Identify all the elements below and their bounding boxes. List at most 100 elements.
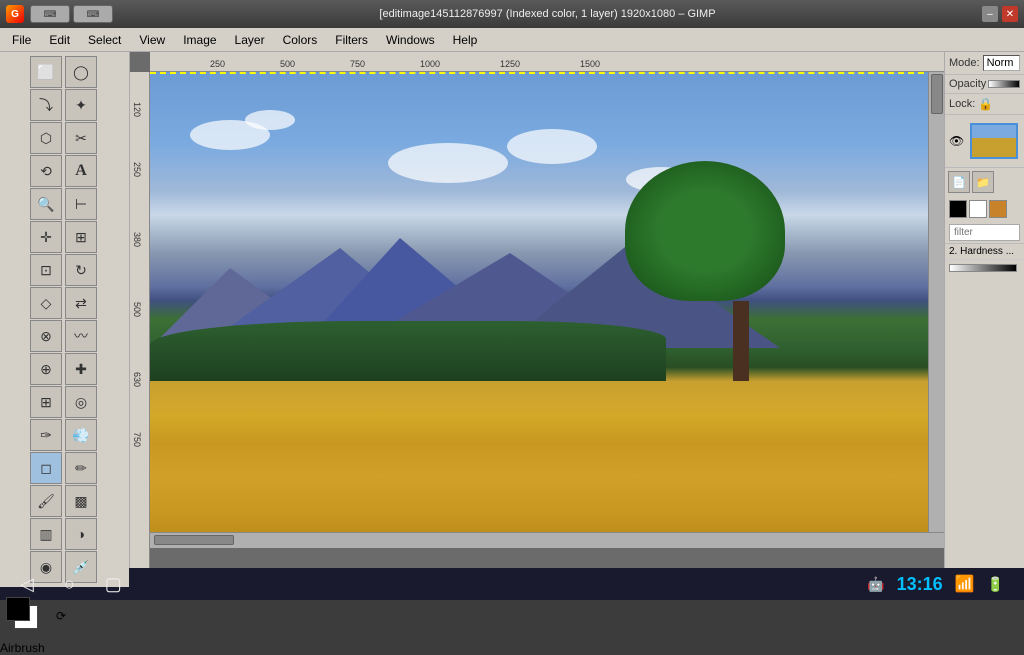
android-status-area: 🤖 13:16 📶 🔋 [867,574,1004,595]
mode-value[interactable]: Norm [983,55,1020,71]
tool-text[interactable]: A [65,155,97,187]
android-home-button[interactable]: ○ [64,574,75,595]
tool-color-select[interactable]: ⬡ [30,122,62,154]
folder-layer-btn[interactable]: 📁 [972,171,994,193]
layers-panel: Mode: Norm Opacity Lock: 🔒 👁 📄 📁 [945,52,1024,568]
opacity-row: Opacity [945,75,1024,94]
title-bar: G ⌨ ⌨ [editimage145112876997 (Indexed co… [0,0,1024,28]
menu-layer[interactable]: Layer [227,31,273,49]
tool-align[interactable]: ⊞ [65,221,97,253]
layer-thumbnail[interactable] [970,123,1018,159]
ruler-mark-1500: 1500 [580,59,600,69]
menu-file[interactable]: File [4,31,39,49]
keyboard-icons: ⌨ ⌨ [30,5,113,23]
tool-rotate[interactable]: ↻ [65,254,97,286]
minimize-button[interactable]: – [982,6,998,22]
tool-scissors[interactable]: ✂ [65,122,97,154]
hardness-item[interactable]: 2. Hardness ... [945,244,1024,260]
lock-label: Lock: [949,98,975,110]
tool-warp[interactable]: 〰 [65,320,97,352]
fg-color-swatch[interactable] [6,597,30,621]
tool-move[interactable]: ✛ [30,221,62,253]
tool-paintbrush[interactable]: 🖌 [30,485,62,517]
layer-visibility-icon[interactable]: 👁 [949,134,964,148]
menu-colors[interactable]: Colors [275,31,326,49]
menu-select[interactable]: Select [80,31,129,49]
menu-windows[interactable]: Windows [378,31,443,49]
cloud-2 [245,110,295,130]
hardness-slider[interactable] [949,264,1017,272]
tool-flip[interactable]: ⇄ [65,287,97,319]
status-time: 13:16 [897,574,943,595]
canvas-area[interactable]: 250 500 750 1000 1250 1500 120 250 380 5… [130,52,944,568]
menu-image[interactable]: Image [175,31,224,49]
tool-lasso[interactable]: ⤵ [30,89,62,121]
mode-label: Mode: [949,57,980,69]
wifi-icon: 📶 [955,574,975,594]
selection-marquee [150,72,944,75]
filter-input[interactable] [949,224,1020,241]
android-recents-button[interactable]: ▢ [105,574,122,595]
tool-blur[interactable]: ◎ [65,386,97,418]
scrollbar-bottom[interactable] [150,532,944,548]
tool-rect-select[interactable]: ⬜ [30,56,62,88]
tool-eraser[interactable]: ◻ [30,452,62,484]
tool-cage[interactable]: ⊗ [30,320,62,352]
tool-ellipse-select[interactable]: ◯ [65,56,97,88]
tool-crop[interactable]: ⊡ [30,254,62,286]
tool-perspective[interactable]: ◇ [30,287,62,319]
tool-heal[interactable]: ✚ [65,353,97,385]
tool-pencil[interactable]: ✏ [65,452,97,484]
tool-airbrush[interactable]: 💨 [65,419,97,451]
android-back-button[interactable]: ◁ [20,574,34,595]
tool-bucket[interactable]: ▩ [65,485,97,517]
window-title: [editimage145112876997 (Indexed color, 1… [113,8,982,20]
swatch-white[interactable] [969,200,987,218]
swatch-black[interactable] [949,200,967,218]
new-layer-btn[interactable]: 📄 [948,171,970,193]
tool-zoom[interactable]: 🔍 [30,188,62,220]
scrollbar-bottom-thumb[interactable] [154,535,234,545]
tool-clone[interactable]: ⊕ [30,353,62,385]
tool-grid: ⬜ ◯ ⤵ ✦ ⬡ ✂ ⟲ A 🔍 ⊢ ✛ ⊞ ⊡ ↻ ◇ ⇄ ⊗ 〰 ⊕ ✚ … [0,52,129,587]
cloud-3 [388,143,508,183]
toolbox: ⬜ ◯ ⤵ ✦ ⬡ ✂ ⟲ A 🔍 ⊢ ✛ ⊞ ⊡ ↻ ◇ ⇄ ⊗ 〰 ⊕ ✚ … [0,52,130,568]
tool-ink[interactable]: ✑ [30,419,62,451]
android-logo-icon: 🤖 [867,576,884,593]
lock-icon[interactable]: 🔒 [978,97,993,111]
filter-row [945,222,1024,244]
canvas-container[interactable] [150,72,944,548]
tool-gradient[interactable]: ▥ [30,518,62,550]
color-reset-icon[interactable]: ⟳ [56,609,66,623]
opacity-label: Opacity [949,78,986,90]
close-button[interactable]: ✕ [1002,6,1018,22]
menu-view[interactable]: View [131,31,173,49]
gimp-logo-icon: G [6,5,24,23]
ruler-mark-v-500: 500 [132,302,142,317]
menu-help[interactable]: Help [445,31,486,49]
tool-paths[interactable]: ⟲ [30,155,62,187]
menu-filters[interactable]: Filters [327,31,376,49]
menu-edit[interactable]: Edit [41,31,78,49]
tool-fuzzy-select[interactable]: ✦ [65,89,97,121]
scrollbar-right[interactable] [928,72,944,548]
hardness-slider-row [945,260,1024,276]
tool-dodge[interactable]: ◑ [65,518,97,550]
android-bar: ◁ ○ ▢ 🤖 13:16 📶 🔋 [0,568,1024,600]
scrollbar-right-thumb[interactable] [931,74,943,114]
ruler-mark-v-380: 380 [132,232,142,247]
ruler-mark-250: 250 [210,59,225,69]
cloud-4 [507,129,597,164]
android-nav-buttons: ◁ ○ ▢ [20,574,122,595]
tool-measure[interactable]: ⊢ [65,188,97,220]
opacity-slider[interactable] [988,80,1020,88]
swatch-brown[interactable] [989,200,1007,218]
battery-icon: 🔋 [987,576,1004,593]
ruler-mark-500: 500 [280,59,295,69]
tree-line [150,321,666,381]
color-area: ⟳ [0,591,129,641]
canvas-image[interactable] [150,72,944,548]
active-tool-label: Airbrush [0,641,129,655]
tool-perspective-clone[interactable]: ⊞ [30,386,62,418]
ruler-left: 120 250 380 500 630 750 [130,72,150,568]
